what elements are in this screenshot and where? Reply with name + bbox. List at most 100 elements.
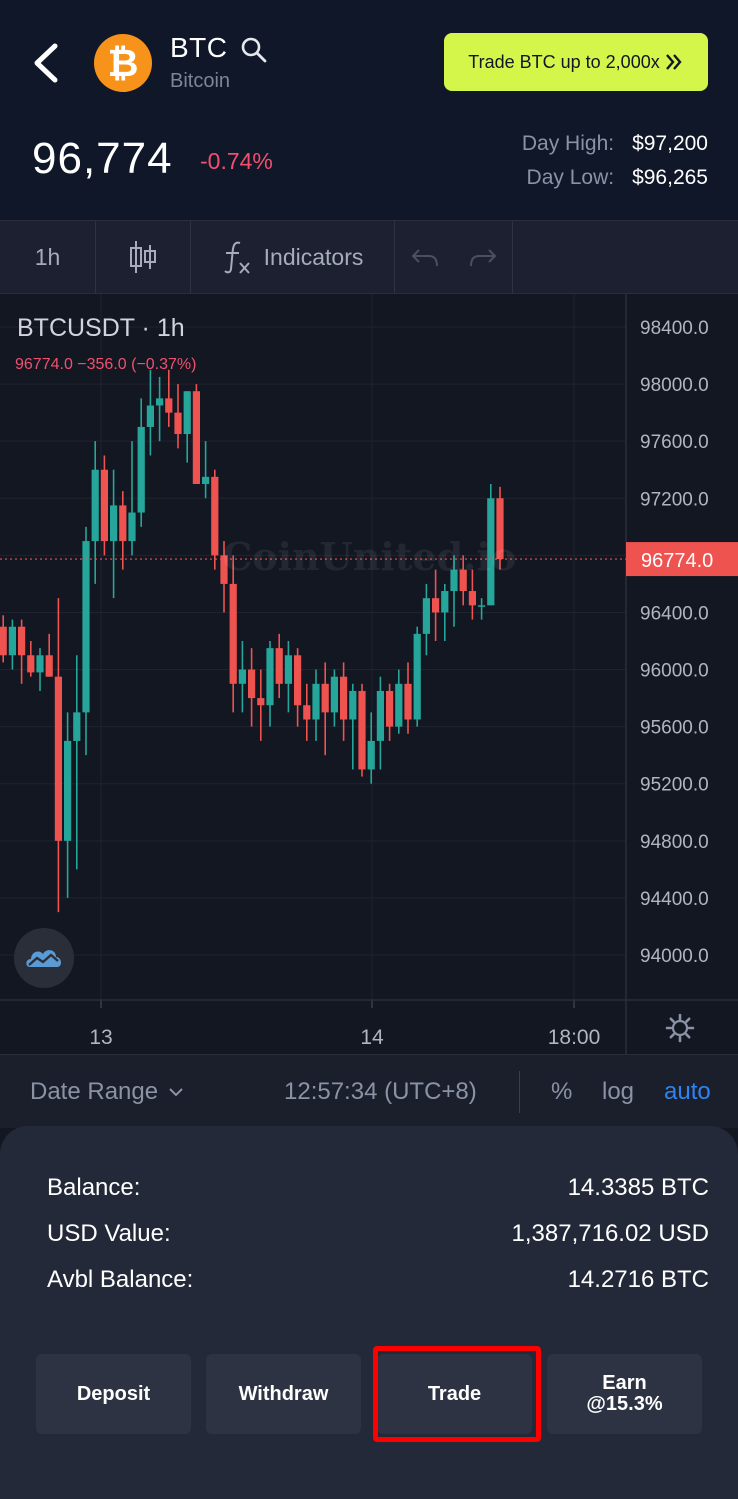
candle-body	[183, 391, 191, 435]
interval-label: 1h	[34, 243, 61, 270]
interval-selector[interactable]: 1h	[0, 221, 96, 293]
trade-leverage-promo-button[interactable]: Trade BTC up to 2,000x	[444, 33, 708, 91]
candle-body	[64, 740, 72, 841]
candle-body	[211, 476, 219, 556]
deposit-button[interactable]: Deposit	[36, 1354, 191, 1434]
candle-body	[330, 676, 338, 713]
indicators-button[interactable]: Indicators	[191, 221, 395, 293]
y-tick-label: 98400.0	[640, 318, 709, 339]
log-label: log	[602, 1078, 635, 1105]
usd-value-label: USD Value:	[47, 1220, 171, 1247]
candle-body	[36, 655, 44, 673]
date-range-label: Date Range	[30, 1078, 159, 1105]
candle-body	[376, 690, 384, 741]
y-tick-label: 97200.0	[640, 489, 709, 510]
search-icon	[241, 37, 267, 63]
undo-redo-group	[395, 221, 513, 293]
available-balance-value: 14.2716 BTC	[567, 1266, 709, 1293]
candle-body	[284, 655, 292, 684]
day-high-row: Day High: $97,200	[522, 132, 708, 156]
balance-row: Balance: 14.3385 BTC	[47, 1174, 709, 1202]
withdraw-label: Withdraw	[238, 1382, 329, 1405]
range-divider	[519, 1071, 520, 1113]
candle-body	[478, 605, 486, 607]
candle-body	[468, 591, 476, 606]
earn-rate-label: @15.3%	[586, 1393, 663, 1415]
chart-symbol-label: BTCUSDT · 1h	[17, 314, 185, 342]
candle-body	[174, 412, 182, 435]
back-button[interactable]	[26, 40, 66, 86]
x-tick-label: 18:00	[548, 1026, 601, 1049]
percent-toggle[interactable]: %	[551, 1055, 572, 1129]
undo-icon[interactable]	[411, 246, 439, 268]
earn-button[interactable]: Earn @15.3%	[547, 1354, 702, 1434]
promo-label: Trade BTC up to 2,000x	[468, 51, 660, 72]
candle-body	[312, 683, 320, 720]
candle-body	[128, 512, 136, 542]
price-chart[interactable]: 98400.098000.097600.097200.096800.096400…	[0, 294, 738, 1054]
last-price-label: 96774.0	[641, 550, 713, 572]
candlestick-chart-svg[interactable]: 98400.098000.097600.097200.096800.096400…	[0, 294, 738, 1054]
price-change-percent: -0.74%	[200, 148, 273, 174]
available-balance-label: Avbl Balance:	[47, 1266, 194, 1293]
chart-type-button[interactable]	[96, 221, 191, 293]
candle-body	[8, 626, 16, 656]
candle-body	[275, 648, 283, 684]
candle-body	[395, 683, 403, 727]
candle-body	[248, 669, 256, 699]
candle-body	[73, 712, 81, 741]
time-zone-label[interactable]: 12:57:34 (UTC+8)	[284, 1055, 477, 1129]
withdraw-button[interactable]: Withdraw	[206, 1354, 361, 1434]
balance-value: 14.3385 BTC	[567, 1174, 709, 1201]
candle-body	[367, 740, 375, 770]
day-high-label: Day High:	[521, 132, 615, 155]
candle-body	[432, 598, 440, 613]
auto-label: auto	[664, 1078, 711, 1105]
candle-body	[404, 683, 412, 720]
trade-label: Trade	[427, 1382, 482, 1405]
earn-label: Earn	[602, 1372, 647, 1394]
search-button[interactable]	[240, 36, 268, 64]
day-low-label: Day Low:	[526, 166, 615, 189]
candle-body	[91, 469, 99, 542]
bitcoin-logo-icon: ₿	[94, 34, 152, 92]
current-price: 96,774	[32, 134, 173, 183]
coin-symbol: BTC	[170, 32, 228, 63]
candle-body	[0, 626, 7, 656]
bitcoin-glyph: ₿	[107, 40, 139, 85]
chart-toolbar: 1h Indicators	[0, 220, 738, 294]
tradingview-logo-button[interactable]	[14, 928, 74, 988]
chart-settings-button[interactable]	[664, 1012, 696, 1044]
candle-body	[202, 476, 210, 484]
deposit-label: Deposit	[76, 1382, 151, 1405]
candle-body	[192, 391, 200, 484]
candle-body	[27, 655, 35, 673]
y-tick-label: 95600.0	[640, 718, 709, 739]
y-tick-label: 95200.0	[640, 775, 709, 796]
candle-body	[386, 690, 394, 727]
back-arrow-icon	[34, 43, 58, 83]
candle-body	[349, 690, 357, 720]
trade-button[interactable]: Trade	[377, 1354, 532, 1434]
log-toggle[interactable]: log	[602, 1055, 634, 1129]
candle-body	[238, 669, 246, 684]
indicators-label: Indicators	[263, 243, 364, 270]
y-tick-label: 94400.0	[640, 889, 709, 910]
coin-name: Bitcoin	[170, 70, 231, 92]
candle-body	[137, 426, 145, 513]
redo-icon[interactable]	[469, 246, 497, 268]
candle-body	[257, 698, 265, 706]
y-tick-label: 94000.0	[640, 946, 709, 967]
candle-body	[119, 505, 127, 542]
y-tick-label: 98000.0	[640, 375, 709, 396]
candle-body	[266, 648, 274, 706]
y-tick-label: 96000.0	[640, 661, 709, 682]
y-tick-label: 96400.0	[640, 603, 709, 624]
watermark-text: CoinUnited.io	[222, 534, 517, 579]
candle-body	[165, 398, 173, 413]
function-icon	[223, 241, 250, 274]
double-chevron-right-icon	[665, 54, 682, 70]
date-range-dropdown[interactable]: Date Range	[30, 1055, 184, 1129]
auto-toggle[interactable]: auto	[664, 1055, 711, 1129]
